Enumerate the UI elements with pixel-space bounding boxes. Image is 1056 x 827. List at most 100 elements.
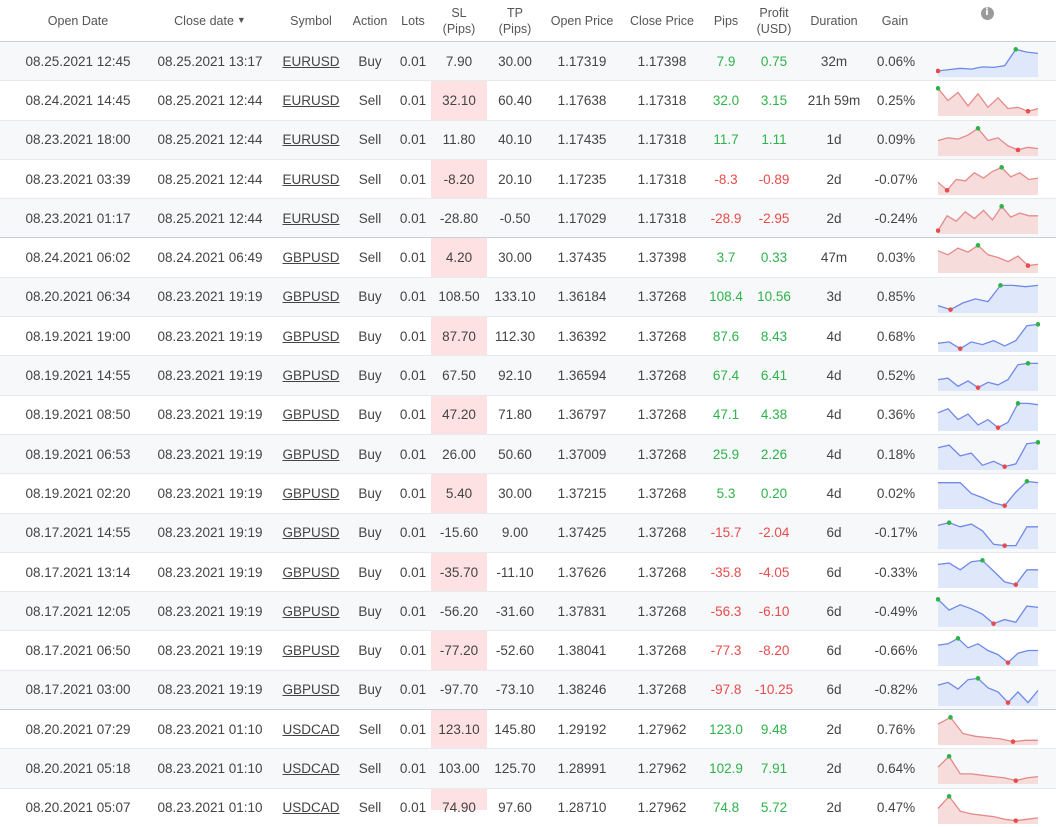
symbol-link[interactable]: GBPUSD bbox=[280, 514, 342, 552]
tp-cell: 125.70 bbox=[494, 760, 536, 776]
header-sl[interactable]: SL (Pips) bbox=[431, 0, 487, 42]
symbol-link[interactable]: GBPUSD bbox=[280, 592, 342, 630]
sparkline-max-marker bbox=[946, 793, 952, 799]
lots-cell: 0.01 bbox=[399, 171, 427, 187]
sl-cell: 87.70 bbox=[442, 328, 476, 344]
profit-cell: -8.20 bbox=[758, 643, 790, 659]
symbol-link[interactable]: EURUSD bbox=[280, 42, 342, 80]
header-action[interactable]: Action bbox=[346, 0, 394, 42]
symbol-link[interactable]: GBPUSD bbox=[280, 671, 342, 709]
symbol-link[interactable]: GBPUSD bbox=[280, 474, 342, 512]
open-date-cell: 08.19.2021 08:50 bbox=[25, 407, 131, 423]
header-info[interactable]: i bbox=[976, 0, 998, 34]
duration-cell: 4d bbox=[826, 446, 842, 462]
sl-cell: 7.90 bbox=[445, 53, 473, 69]
sparkline-area bbox=[938, 599, 1038, 628]
open-price-cell: 1.37425 bbox=[557, 525, 607, 541]
table-row: 08.17.2021 14:55 08.23.2021 19:19 GBPUSD Bu… bbox=[0, 512, 1056, 552]
header-profit[interactable]: Profit (USD) bbox=[750, 0, 798, 42]
open-price-cell: 1.37831 bbox=[557, 603, 607, 619]
header-gain[interactable]: Gain bbox=[870, 0, 920, 42]
trade-sparkline bbox=[937, 361, 1038, 392]
trade-sparkline bbox=[937, 440, 1040, 470]
sparkline-min-marker bbox=[948, 307, 953, 312]
table-row: 08.17.2021 06:50 08.23.2021 19:19 GBPUSD Bu… bbox=[0, 630, 1056, 669]
gain-cell: 0.02% bbox=[876, 485, 916, 501]
sparkline-area bbox=[938, 363, 1038, 392]
sparkline-max-marker bbox=[975, 243, 981, 249]
tp-cell: 9.00 bbox=[501, 525, 529, 541]
symbol-link[interactable]: GBPUSD bbox=[280, 238, 342, 276]
close-price-cell: 1.37268 bbox=[637, 328, 687, 344]
symbol-link[interactable]: EURUSD bbox=[280, 160, 342, 198]
open-price-cell: 1.36392 bbox=[557, 328, 607, 344]
profit-cell: 9.48 bbox=[760, 721, 788, 737]
header-open-date[interactable]: Open Date bbox=[28, 0, 128, 42]
symbol-link[interactable]: USDCAD bbox=[280, 710, 342, 748]
table-row: 08.24.2021 14:45 08.25.2021 12:44 EURUSD Se… bbox=[0, 80, 1056, 119]
duration-cell: 2d bbox=[826, 721, 842, 737]
action-cell: Sell bbox=[358, 721, 382, 737]
table-row: 08.19.2021 08:50 08.23.2021 19:19 GBPUSD Bu… bbox=[0, 394, 1056, 434]
symbol-link[interactable]: USDCAD bbox=[280, 789, 342, 827]
profit-cell: 6.41 bbox=[760, 368, 788, 384]
sl-cell: -35.70 bbox=[439, 564, 479, 580]
sl-cell: 123.10 bbox=[438, 721, 480, 737]
symbol-link[interactable]: EURUSD bbox=[280, 81, 342, 119]
sl-cell: 4.20 bbox=[445, 250, 473, 266]
symbol-link[interactable]: EURUSD bbox=[280, 199, 342, 237]
close-date-cell: 08.23.2021 19:19 bbox=[157, 446, 263, 462]
sparkline-min-marker bbox=[1005, 700, 1011, 705]
action-cell: Sell bbox=[358, 171, 382, 187]
sparkline-max-marker bbox=[1015, 400, 1021, 406]
sl-cell: 103.00 bbox=[438, 760, 480, 776]
profit-cell: -0.89 bbox=[758, 171, 790, 187]
header-duration[interactable]: Duration bbox=[804, 0, 864, 42]
lots-cell: 0.01 bbox=[399, 53, 427, 69]
action-cell: Sell bbox=[358, 760, 382, 776]
symbol-link[interactable]: GBPUSD bbox=[280, 553, 342, 591]
profit-cell: -10.25 bbox=[754, 682, 794, 698]
sparkline-area bbox=[938, 403, 1038, 431]
tp-cell: -11.10 bbox=[496, 564, 534, 580]
header-pips[interactable]: Pips bbox=[704, 0, 748, 42]
profit-cell: 1.11 bbox=[761, 132, 787, 148]
table-row: 08.24.2021 06:02 08.24.2021 06:49 GBPUSD Se… bbox=[0, 237, 1056, 276]
header-close-date[interactable]: Close date ▼ bbox=[160, 0, 260, 42]
symbol-link[interactable]: GBPUSD bbox=[280, 278, 342, 316]
pips-cell: 67.4 bbox=[712, 368, 740, 384]
symbol-link[interactable]: GBPUSD bbox=[280, 356, 342, 394]
table-row: 08.20.2021 07:29 08.23.2021 01:10 USDCAD Se… bbox=[0, 709, 1056, 748]
sparkline-max-marker bbox=[946, 519, 952, 525]
header-tp[interactable]: TP (Pips) bbox=[489, 0, 541, 42]
close-date-cell: 08.23.2021 01:10 bbox=[157, 721, 263, 737]
sparkline-min-marker bbox=[991, 621, 996, 627]
sparkline-min-marker bbox=[1010, 739, 1016, 744]
header-open-price[interactable]: Open Price bbox=[544, 0, 620, 42]
gain-cell: 0.09% bbox=[876, 132, 916, 148]
trade-sparkline bbox=[937, 754, 1039, 785]
header-lots[interactable]: Lots bbox=[396, 0, 430, 42]
header-symbol[interactable]: Symbol bbox=[280, 0, 342, 42]
action-cell: Buy bbox=[358, 525, 382, 541]
duration-cell: 4d bbox=[826, 407, 842, 423]
info-icon[interactable]: i bbox=[980, 6, 994, 20]
action-cell: Sell bbox=[358, 132, 382, 148]
symbol-link[interactable]: GBPUSD bbox=[280, 435, 342, 473]
symbol-link[interactable]: USDCAD bbox=[280, 749, 342, 787]
action-cell: Sell bbox=[358, 92, 382, 108]
close-price-cell: 1.17318 bbox=[637, 210, 687, 226]
sparkline-min-marker bbox=[1002, 542, 1007, 548]
symbol-link[interactable]: EURUSD bbox=[280, 121, 342, 159]
lots-cell: 0.01 bbox=[399, 368, 427, 384]
symbol-link[interactable]: GBPUSD bbox=[280, 317, 342, 355]
open-date-cell: 08.17.2021 03:00 bbox=[25, 682, 131, 698]
close-date-cell: 08.25.2021 12:44 bbox=[157, 92, 263, 108]
gain-cell: -0.66% bbox=[874, 643, 918, 659]
header-close-price[interactable]: Close Price bbox=[624, 0, 700, 42]
symbol-link[interactable]: GBPUSD bbox=[280, 396, 342, 434]
action-cell: Buy bbox=[358, 53, 382, 69]
sl-cell: 67.50 bbox=[442, 368, 476, 384]
symbol-link[interactable]: GBPUSD bbox=[280, 631, 342, 669]
lots-cell: 0.01 bbox=[399, 92, 427, 108]
